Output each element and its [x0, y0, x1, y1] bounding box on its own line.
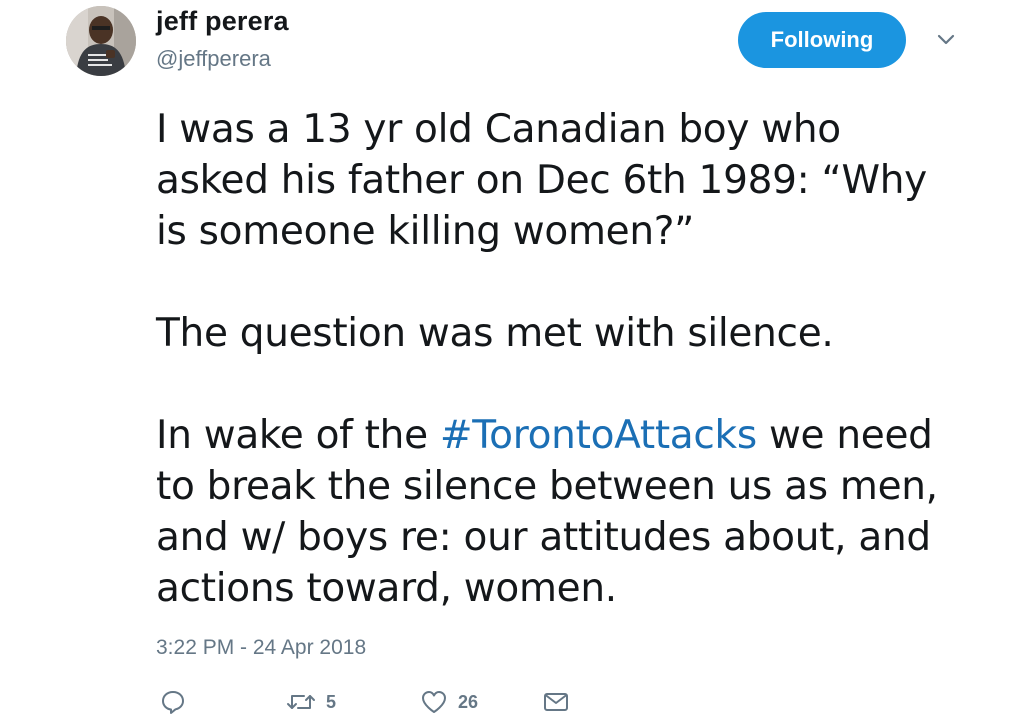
retweet-count: 5 [326, 691, 337, 712]
chevron-down-icon [937, 34, 955, 45]
tweet-line: to break the silence between us as men, [156, 464, 938, 509]
heart-icon [422, 691, 446, 713]
retweet-button[interactable]: 5 [286, 684, 336, 720]
tweet-actions: 5 26 [0, 684, 1024, 720]
profile-photo-icon [66, 6, 136, 76]
author-name[interactable]: jeff perera [156, 6, 289, 37]
tweet-line: and w/ boys re: our attitudes about, and [156, 515, 931, 560]
tweet-line: actions toward, women. [156, 566, 617, 611]
tweet-line: is someone killing women?” [156, 209, 695, 254]
reply-button[interactable] [160, 684, 186, 720]
reply-icon [162, 691, 184, 714]
like-count: 26 [458, 691, 479, 712]
author-avatar[interactable] [66, 6, 136, 76]
hashtag-link[interactable]: #TorontoAttacks [440, 413, 757, 458]
envelope-icon [544, 693, 568, 711]
following-button[interactable]: Following [738, 12, 906, 68]
tweet-line: The question was met with silence. [156, 311, 834, 356]
author-handle[interactable]: @jeffperera [156, 46, 271, 72]
tweet-text-fragment: we need [756, 413, 933, 458]
like-button[interactable]: 26 [420, 684, 478, 720]
tweet-line: I was a 13 yr old Canadian boy who [156, 107, 841, 152]
tweet-text: I was a 13 yr old Canadian boy who asked… [156, 104, 976, 614]
direct-message-button[interactable] [542, 684, 570, 720]
tweet-text-fragment: In wake of the [156, 413, 440, 458]
tweet-line-with-hashtag: In wake of the #TorontoAttacks we need [156, 410, 976, 461]
tweet-card: jeff perera @jeffperera Following I was … [0, 0, 1024, 720]
tweet-line: asked his father on Dec 6th 1989: “Why [156, 158, 927, 203]
more-options-button[interactable] [934, 30, 958, 50]
tweet-timestamp[interactable]: 3:22 PM - 24 Apr 2018 [156, 636, 366, 660]
retweet-icon [287, 695, 315, 709]
